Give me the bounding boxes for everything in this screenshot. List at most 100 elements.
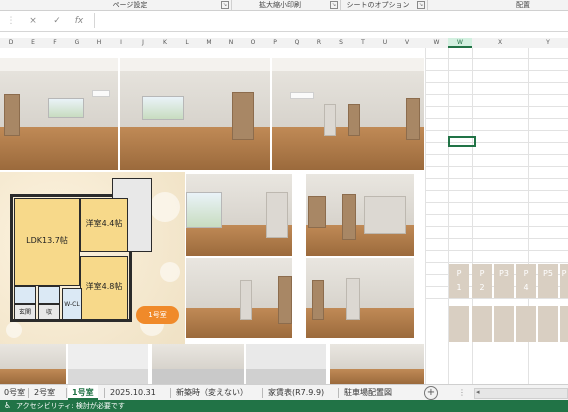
page-marker: P5 [538,264,558,298]
column-header[interactable]: H [88,38,110,48]
grid-line [425,250,568,251]
column-header[interactable]: P [264,38,286,48]
column-header[interactable]: Q [286,38,308,48]
formula-input[interactable] [94,13,567,28]
tab-separator [104,388,105,398]
grid-line [425,70,568,71]
column-header[interactable]: K [154,38,176,48]
grid-line [425,58,568,59]
column-header[interactable]: M [198,38,220,48]
tab-scroll-options-icon[interactable]: ⋮ [454,385,470,400]
unit-badge: 1号室 [136,306,179,324]
grid-line [425,142,568,143]
plan-bathroom [14,286,36,304]
add-sheet-icon[interactable]: + [424,386,438,400]
tab-separator [66,388,67,398]
enter-icon[interactable]: ✓ [50,14,64,28]
room-photo [120,58,270,170]
sheet-tab[interactable]: 新築時（変えない） [172,385,252,400]
scale-to-fit-launcher-icon[interactable]: ↘ [330,1,338,9]
column-header[interactable]: G [66,38,88,48]
more-options-icon[interactable]: ⋮ [4,14,18,28]
room-photo [68,344,148,384]
column-header[interactable]: I [110,38,132,48]
column-header[interactable]: T [352,38,374,48]
page-marker: P4 [516,264,536,298]
column-header[interactable]: L [176,38,198,48]
column-header[interactable]: S [330,38,352,48]
sheet-tab[interactable]: 駐車場配置図 [340,385,396,400]
column-header[interactable]: F [44,38,66,48]
page-marker [472,306,492,342]
room-photo [330,344,424,384]
accessibility-icon[interactable]: ♿ [4,400,11,412]
plan-toilet [38,286,60,304]
column-header[interactable]: U [374,38,396,48]
grid-line [425,298,568,299]
grid-line [425,154,568,155]
column-header[interactable]: N [220,38,242,48]
grid-line [425,190,568,191]
accessibility-status[interactable]: アクセシビリティ: 検討が必要です [16,400,125,412]
grid-line [425,94,568,95]
column-header[interactable]: D [0,38,22,48]
sheet-tab[interactable]: 家賃表(R7.9.9) [264,385,328,400]
room-photo [306,258,414,338]
column-header[interactable]: X [472,38,528,48]
ribbon-group-labels: ページ設定 ↘ 拡大縮小印刷 ↘ シートのオプション ↘ 配置 [0,0,568,11]
sheet-tab-active[interactable]: 1号室 [68,385,98,400]
column-header[interactable]: Y [528,38,568,48]
ribbon-group-sheet-options: シートのオプション [346,1,410,9]
grid-line [425,178,568,179]
page-setup-launcher-icon[interactable]: ↘ [221,1,229,9]
plan-storage: 収 [38,304,60,320]
grid-line [425,106,568,107]
active-cell[interactable] [448,136,476,147]
sheet-tab[interactable]: 2025.10.31 [106,385,160,400]
room-photo [272,58,424,170]
tab-separator [262,388,263,398]
sheet-tab[interactable]: 0号室 [0,385,29,400]
sheet-tab[interactable]: 2号室 [30,385,59,400]
room-photo [186,174,292,256]
grid-line [425,166,568,167]
column-header[interactable]: J [132,38,154,48]
ribbon-group-arrange: 配置 [516,1,530,9]
page-marker [560,306,568,342]
page-marker [449,306,469,342]
tab-separator [28,388,29,398]
page-marker [516,306,536,342]
ribbon-group-page-setup: ページ設定 [112,1,148,9]
formula-bar: ⋮ × ✓ fx [0,11,568,32]
room-photo [186,258,292,338]
horizontal-scrollbar[interactable]: ◂ [474,388,568,399]
grid-line [425,118,568,119]
plan-room-ldk: LDK13.7帖 [14,198,80,286]
scroll-left-icon[interactable]: ◂ [476,388,480,396]
column-header[interactable]: O [242,38,264,48]
page-marker [494,306,514,342]
tab-separator [338,388,339,398]
column-header[interactable]: E [22,38,44,48]
worksheet-grid[interactable]: LDK13.7帖 洋室4.4帖 洋室4.8帖 W-CL 玄関 収 1号室 P 1… [0,48,568,384]
room-photo [246,344,326,384]
column-header[interactable]: V [396,38,418,48]
ribbon-group-scale-to-fit: 拡大縮小印刷 [259,1,301,9]
status-bar: ♿ アクセシビリティ: 検討が必要です [0,400,568,412]
page-marker: P3 [494,264,514,298]
grid-line [425,130,568,131]
plan-room-western-2: 洋室4.8帖 [80,256,128,320]
room-photo [0,344,66,384]
room-photo [306,174,414,256]
sheet-tab-bar: 0号室 2号室 1号室 2025.10.31 新築時（変えない） 家賃表(R7.… [0,384,568,401]
page-marker: P2 [472,264,492,298]
insert-function-icon[interactable]: fx [72,14,86,28]
sheet-options-launcher-icon[interactable]: ↘ [417,1,425,9]
column-header-selected[interactable]: W [448,38,472,48]
cancel-icon[interactable]: × [26,14,40,28]
column-header[interactable]: W [425,38,448,48]
grid-line [425,238,568,239]
column-header[interactable]: R [308,38,330,48]
page-marker: P1 [449,264,469,298]
grid-line [425,48,426,384]
